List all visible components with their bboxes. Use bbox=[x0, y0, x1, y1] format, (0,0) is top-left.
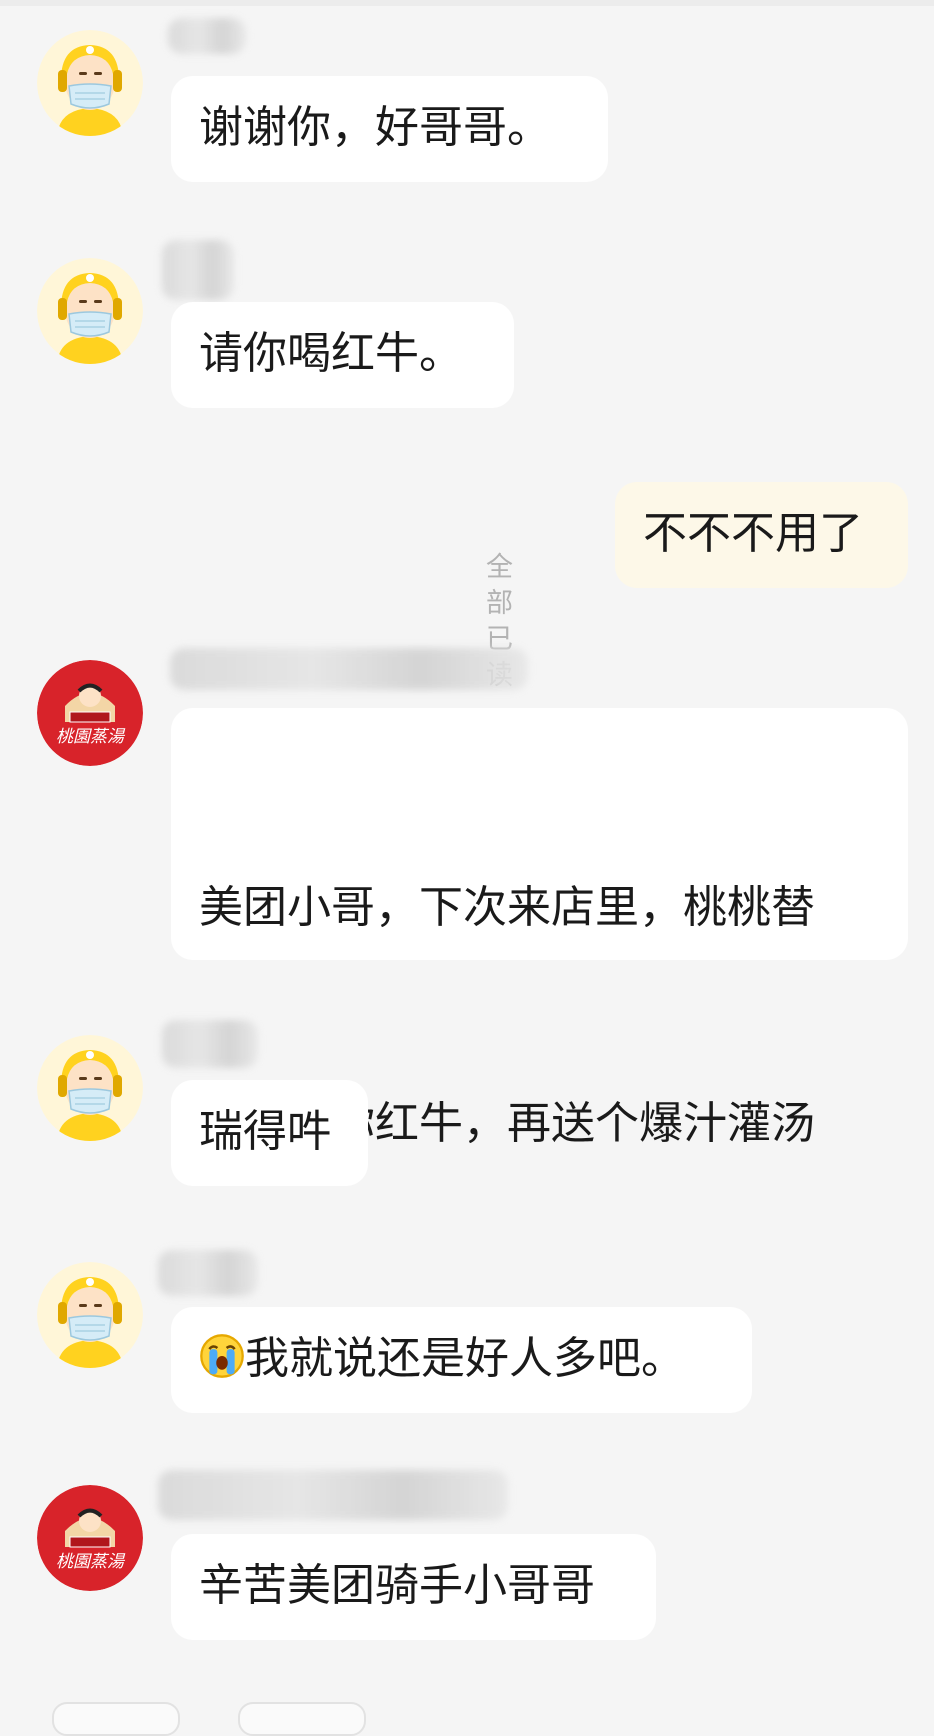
message-line: 美团小哥，下次来店里，桃桃替 bbox=[199, 882, 815, 933]
message-text: 我就说还是好人多吧。 bbox=[245, 1333, 685, 1384]
sender-name-blurred bbox=[158, 1250, 258, 1296]
rider-avatar-icon[interactable] bbox=[37, 30, 143, 136]
sender-name-blurred bbox=[168, 18, 246, 54]
message-bubble[interactable]: 请你喝红牛。 bbox=[171, 302, 514, 408]
message-bubble[interactable]: 我就说还是好人多吧。 bbox=[171, 1307, 752, 1413]
quick-reply-chip[interactable] bbox=[52, 1702, 180, 1736]
rider-avatar-icon[interactable] bbox=[37, 1035, 143, 1141]
my-message-bubble[interactable]: 不不不用了 bbox=[615, 482, 908, 588]
shop-logo-avatar-icon[interactable] bbox=[37, 660, 143, 766]
message-bubble[interactable]: 辛苦美团骑手小哥哥 bbox=[171, 1534, 656, 1640]
crying-emoji-icon bbox=[199, 1333, 245, 1379]
rider-avatar-icon[interactable] bbox=[37, 1262, 143, 1368]
top-divider bbox=[0, 0, 934, 6]
sender-name-blurred bbox=[158, 1470, 508, 1520]
sender-name-blurred bbox=[170, 648, 528, 690]
message-bubble[interactable]: 谢谢你，好哥哥。 bbox=[171, 76, 608, 182]
message-bubble[interactable]: 瑞得吽 bbox=[171, 1080, 368, 1186]
message-bubble[interactable]: 美团小哥，下次来店里，桃桃替 客官送你红牛，再送个爆汁灌汤 包 bbox=[171, 708, 908, 1365]
shop-logo-avatar-icon[interactable] bbox=[37, 1485, 143, 1591]
sender-name-blurred bbox=[162, 1020, 258, 1068]
quick-reply-chip[interactable] bbox=[238, 1702, 366, 1736]
sender-name-blurred bbox=[162, 240, 234, 300]
rider-avatar-icon[interactable] bbox=[37, 258, 143, 364]
